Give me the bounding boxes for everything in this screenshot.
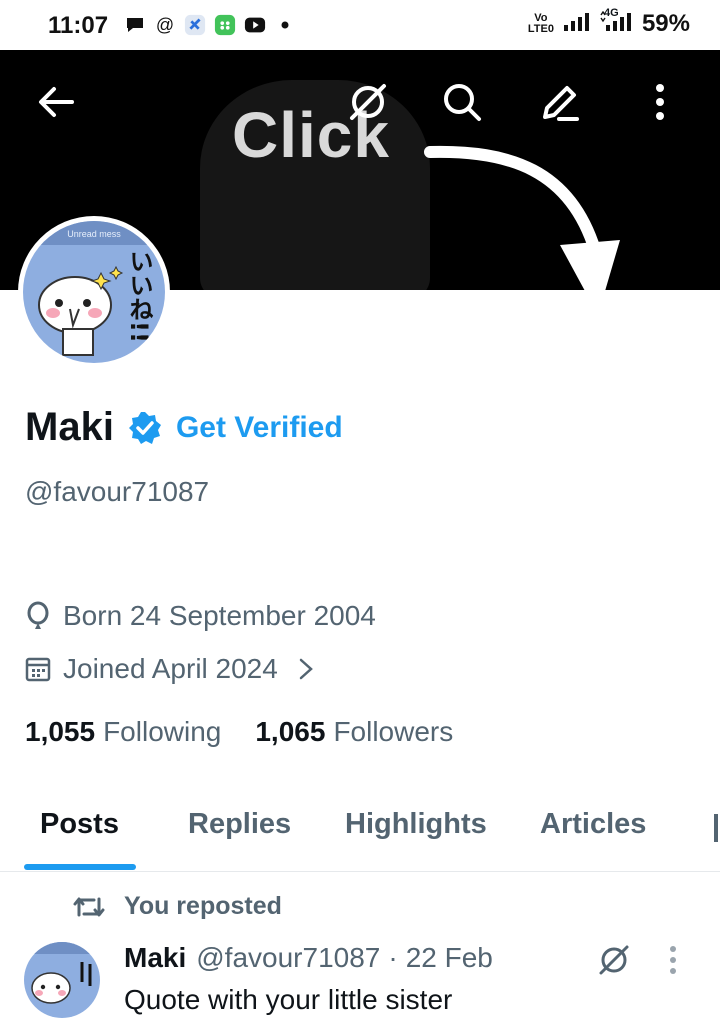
tab-articles[interactable]: Articles	[540, 808, 646, 841]
edit-profile-button[interactable]	[536, 78, 584, 126]
avatar-side-text: いいね!!	[125, 249, 153, 343]
post-avatar[interactable]	[24, 942, 100, 1018]
volte-indicator: Vo LTE0	[528, 13, 554, 35]
followers-count[interactable]: 1,065	[255, 716, 325, 748]
verified-badge-icon[interactable]	[128, 411, 162, 445]
tab-highlights[interactable]: Highlights	[345, 808, 487, 841]
repost-indicator: You reposted	[72, 892, 282, 921]
balloon-icon	[27, 601, 49, 629]
grok-icon	[350, 84, 386, 120]
post-body[interactable]: Quote with your little sister	[124, 984, 452, 1016]
profile-tabs: Posts Replies Highlights Articles	[0, 790, 720, 872]
following-label[interactable]: Following	[103, 716, 221, 748]
post-date[interactable]: 22 Feb	[406, 942, 493, 974]
arrow-left-icon	[39, 87, 74, 117]
post-avatar-character-icon	[24, 942, 100, 1004]
active-tab-indicator	[24, 864, 136, 870]
status-bar: 11:07 @ Vo LTE0 4G 59%	[0, 0, 720, 50]
following-count[interactable]: 1,055	[25, 716, 95, 748]
more-notifications-dot-icon	[274, 14, 296, 36]
grok-icon	[599, 945, 629, 975]
volte-bottom: LTE0	[527, 23, 554, 35]
post-separator: ·	[388, 942, 398, 973]
post-more-button[interactable]	[668, 944, 678, 981]
tab-posts[interactable]: Posts	[40, 808, 119, 841]
search-button[interactable]	[438, 78, 486, 126]
joined-row[interactable]: Joined April 2024	[25, 653, 326, 685]
post-header: Maki @favour71087 · 22 Feb	[124, 942, 493, 974]
name-row: Maki Get Verified	[25, 405, 343, 450]
display-name: Maki	[25, 405, 114, 449]
green-app-icon	[214, 14, 236, 36]
follow-stats: 1,055 Following 1,065 Followers	[25, 716, 487, 748]
more-options-button[interactable]	[636, 78, 684, 126]
status-time: 11:07	[48, 12, 109, 39]
network-type-label: 4G	[603, 6, 619, 19]
chevron-right-icon	[299, 658, 313, 680]
back-button[interactable]	[32, 78, 80, 126]
battery-level: 59%	[641, 10, 690, 37]
more-vertical-icon	[670, 946, 676, 974]
at-sign-icon: @	[155, 14, 175, 35]
pencil-icon	[543, 86, 579, 121]
youtube-icon	[244, 14, 266, 36]
profile-handle: @favour71087	[25, 476, 210, 507]
birthday-text: Born 24 September 2004	[63, 600, 376, 631]
messenger-app-icon	[184, 14, 206, 36]
profile-avatar[interactable]: Unread mess いいね!!	[18, 216, 170, 368]
banner-arrow-icon	[424, 145, 620, 290]
status-right: Vo LTE0 4G 59%	[528, 7, 690, 38]
post-author-name[interactable]: Maki	[124, 942, 186, 974]
grok-button[interactable]	[344, 78, 392, 126]
post-author-handle[interactable]: @favour71087	[196, 942, 380, 974]
signal-2-icon: 4G	[600, 7, 634, 38]
calendar-icon	[25, 657, 51, 682]
tab-overflow-edge[interactable]	[714, 814, 718, 842]
notification-icons: @	[124, 14, 296, 36]
avatar-image: Unread mess いいね!!	[23, 221, 165, 363]
chat-bubble-icon	[124, 14, 146, 36]
more-vertical-icon	[656, 84, 664, 120]
repost-label: You reposted	[124, 892, 282, 920]
post-grok-button[interactable]	[596, 942, 632, 983]
signal-1-icon	[562, 11, 592, 38]
followers-label[interactable]: Followers	[333, 716, 453, 748]
joined-text: Joined April 2024	[63, 653, 278, 684]
get-verified-link[interactable]: Get Verified	[176, 411, 343, 445]
search-icon	[444, 84, 481, 121]
repost-icon	[73, 897, 105, 916]
birthday-row: Born 24 September 2004	[25, 600, 376, 632]
tab-replies[interactable]: Replies	[188, 808, 291, 841]
